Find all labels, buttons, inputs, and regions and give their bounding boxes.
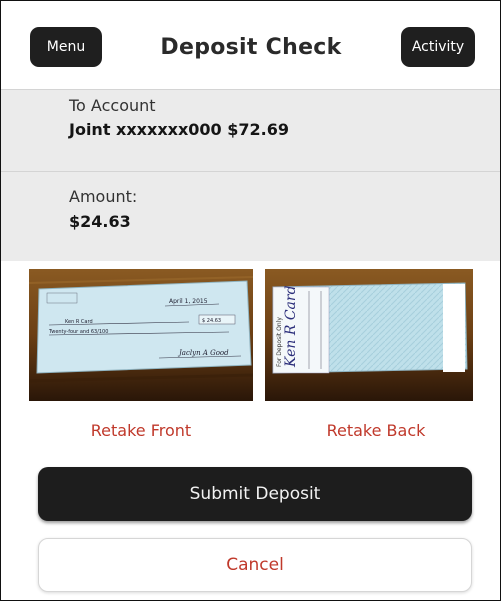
activity-button[interactable]: Activity [401,27,475,67]
deposit-check-screen: Menu Deposit Check Activity To Account J… [0,0,501,601]
to-account-section[interactable]: To Account Joint xxxxxxx000 $72.69 [1,89,500,171]
amount-label: Amount: [69,187,138,206]
check-back-endorsement: Ken R Card [283,285,299,368]
check-back-image: Ken R Card For Deposit Only [265,269,473,401]
page-title: Deposit Check [160,34,342,60]
check-back-deposit-note: For Deposit Only [276,317,283,367]
to-account-label: To Account [69,96,156,115]
check-front-amount-box: $ 24.63 [202,318,221,324]
retake-back-button[interactable]: Retake Back [296,421,456,443]
amount-value: $24.63 [69,212,131,231]
check-front-image: April 1, 2015 Ken R Card $ 24.63 Twenty-… [29,269,253,401]
retake-front-button[interactable]: Retake Front [61,421,221,443]
check-back-photo: Ken R Card For Deposit Only [265,269,473,401]
cancel-button[interactable]: Cancel [38,538,472,592]
header-bar: Menu Deposit Check Activity [1,1,500,89]
check-front-signature: Jaclyn A Good [177,349,229,357]
amount-section[interactable]: Amount: $24.63 [1,171,500,261]
check-front-date: April 1, 2015 [169,298,208,305]
check-front-photo: April 1, 2015 Ken R Card $ 24.63 Twenty-… [29,269,253,401]
menu-button[interactable]: Menu [30,27,102,67]
to-account-value: Joint xxxxxxx000 $72.69 [69,120,289,139]
submit-deposit-button[interactable]: Submit Deposit [38,467,472,521]
